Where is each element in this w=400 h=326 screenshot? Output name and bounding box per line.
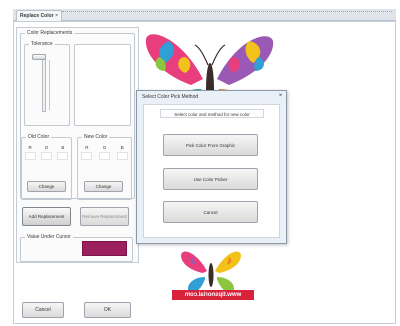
color-replacements-label: Color Replacements: [25, 30, 75, 37]
new-r-field[interactable]: [81, 152, 93, 160]
tolerance-slider-thumb[interactable]: [32, 54, 46, 60]
old-rgb-headers: R G B: [22, 145, 71, 150]
old-b-field[interactable]: [57, 152, 69, 160]
dialog-cancel-button[interactable]: Cancel: [163, 201, 258, 223]
channel-r: R: [85, 145, 89, 150]
new-rgb-values: [78, 152, 131, 160]
new-g-field[interactable]: [98, 152, 110, 160]
tolerance-group: Tolerance: [24, 41, 70, 126]
ok-button[interactable]: OK: [84, 302, 131, 318]
new-color-label: New Color: [82, 134, 110, 141]
channel-g: G: [102, 145, 107, 150]
channel-b: B: [61, 145, 65, 150]
tab-replace-color[interactable]: Replace Color ×: [16, 10, 62, 21]
use-color-picker-button[interactable]: Use Color Picker: [163, 168, 258, 190]
new-b-field[interactable]: [116, 152, 128, 160]
cursor-color-swatch: [82, 241, 127, 256]
tab-label: Replace Color: [20, 13, 54, 19]
old-r-field[interactable]: [24, 152, 36, 160]
add-replacement-button[interactable]: Add Replacement: [22, 207, 71, 226]
old-color-label: Old Color: [26, 134, 52, 141]
replacements-list[interactable]: [74, 44, 131, 126]
cancel-button[interactable]: Cancel: [22, 302, 64, 318]
ruler-strip: [62, 11, 392, 14]
dialog-title: Select Color Pick Method: [142, 94, 199, 100]
new-color-change-button[interactable]: Change: [84, 181, 123, 192]
remove-replacement-button[interactable]: Remove Replacement: [80, 207, 129, 226]
old-rgb-values: [22, 152, 71, 160]
channel-r: R: [28, 145, 32, 150]
watermark-banner: www.tipsnorial.com: [172, 290, 254, 300]
channel-b: B: [120, 145, 124, 150]
dialog-prompt: Select color and method for new color: [160, 109, 264, 118]
old-g-field[interactable]: [40, 152, 52, 160]
slider-ticks: [49, 60, 50, 110]
tolerance-label: Tolerance: [29, 41, 55, 48]
close-icon[interactable]: ×: [277, 93, 284, 100]
tolerance-slider-track[interactable]: [42, 54, 46, 112]
new-rgb-headers: R G B: [78, 145, 131, 150]
old-color-change-button[interactable]: Change: [27, 181, 66, 192]
pick-color-from-graphic-button[interactable]: Pick Color From Graphic: [163, 134, 258, 156]
value-under-cursor-label: Value Under Cursor: [25, 234, 73, 241]
channel-g: G: [44, 145, 49, 150]
